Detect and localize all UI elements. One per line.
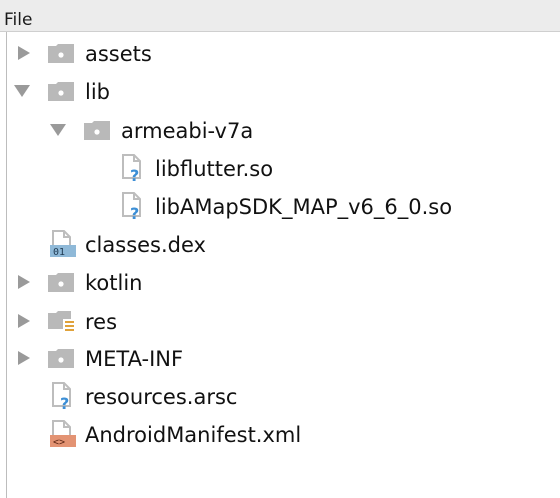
tree-item-libflutter-so[interactable]: ? libflutter.so bbox=[7, 149, 560, 187]
svg-text:01: 01 bbox=[53, 247, 65, 258]
chevron-down-icon[interactable] bbox=[13, 83, 31, 99]
tree-item-label: assets bbox=[85, 42, 152, 66]
xml-file-icon: <> bbox=[49, 420, 77, 448]
file-tree-window: File assets lib armeabi-v7a ? libflutter… bbox=[0, 0, 560, 498]
tree-item-label: META-INF bbox=[85, 347, 184, 371]
svg-text:?: ? bbox=[130, 166, 139, 182]
chevron-right-icon[interactable] bbox=[15, 274, 33, 290]
tree-item-armeabi-v7a[interactable]: armeabi-v7a bbox=[7, 111, 560, 149]
header-title: File bbox=[4, 10, 33, 30]
tree-item-androidmanifest-xml[interactable]: <> AndroidManifest.xml bbox=[7, 415, 560, 453]
tree-item-res[interactable]: res bbox=[7, 302, 560, 340]
dex-file-icon: 01 bbox=[49, 230, 77, 258]
tree-item-assets[interactable]: assets bbox=[7, 34, 560, 72]
tree-item-lib[interactable]: lib bbox=[7, 72, 560, 110]
folder-icon bbox=[47, 41, 75, 65]
folder-icon bbox=[47, 346, 75, 370]
chevron-right-icon[interactable] bbox=[15, 350, 33, 366]
tree-item-libamapsdk-so[interactable]: ? libAMapSDK_MAP_v6_6_0.so bbox=[7, 187, 560, 225]
tree-item-label: AndroidManifest.xml bbox=[85, 423, 302, 447]
folder-icon bbox=[83, 118, 111, 142]
tree-item-meta-inf[interactable]: META-INF bbox=[7, 339, 560, 377]
tree-item-kotlin[interactable]: kotlin bbox=[7, 263, 560, 301]
folder-icon bbox=[47, 79, 75, 103]
svg-text:?: ? bbox=[130, 204, 139, 220]
tree-item-label: libflutter.so bbox=[155, 157, 274, 181]
tree-item-label: armeabi-v7a bbox=[121, 119, 254, 143]
tree-item-label: classes.dex bbox=[85, 233, 206, 257]
tree-item-label: lib bbox=[85, 80, 110, 104]
resource-folder-icon bbox=[47, 307, 77, 335]
tree-item-label: resources.arsc bbox=[85, 385, 238, 409]
tree-item-resources-arsc[interactable]: ? resources.arsc bbox=[7, 377, 560, 415]
chevron-down-icon[interactable] bbox=[49, 122, 67, 138]
folder-icon bbox=[47, 270, 75, 294]
chevron-right-icon[interactable] bbox=[15, 45, 33, 61]
file-tree-header: File bbox=[0, 0, 560, 32]
svg-text:<>: <> bbox=[53, 437, 65, 448]
tree-item-classes-dex[interactable]: 01 classes.dex bbox=[7, 225, 560, 263]
unknown-file-icon: ? bbox=[121, 154, 145, 185]
tree-item-label: res bbox=[85, 310, 118, 334]
tree-item-label: libAMapSDK_MAP_v6_6_0.so bbox=[155, 195, 453, 219]
chevron-right-icon[interactable] bbox=[15, 313, 33, 329]
tree-item-label: kotlin bbox=[85, 271, 143, 295]
unknown-file-icon: ? bbox=[51, 382, 75, 413]
unknown-file-icon: ? bbox=[121, 192, 145, 223]
file-tree[interactable]: assets lib armeabi-v7a ? libflutter.so ?… bbox=[6, 32, 560, 498]
svg-text:?: ? bbox=[60, 394, 69, 410]
